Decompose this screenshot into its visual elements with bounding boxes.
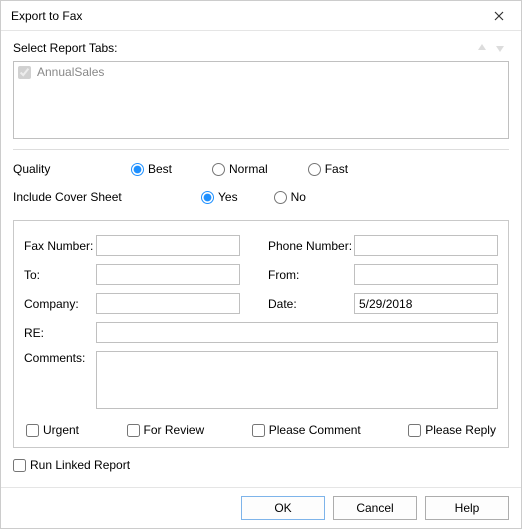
re-label: RE:: [24, 326, 96, 340]
radio-input[interactable]: [212, 163, 225, 176]
cover-yes-radio[interactable]: Yes: [201, 190, 238, 204]
re-input[interactable]: [96, 322, 498, 343]
company-label: Company:: [24, 297, 96, 311]
checkbox-input[interactable]: [26, 424, 39, 437]
checkbox-input[interactable]: [127, 424, 140, 437]
checkbox-input[interactable]: [252, 424, 265, 437]
cover-sheet-label: Include Cover Sheet: [13, 190, 123, 204]
quality-best-radio[interactable]: Best: [131, 162, 172, 176]
fax-number-input[interactable]: [96, 235, 240, 256]
move-down-button[interactable]: [491, 39, 509, 57]
checkbox-label: Please Reply: [425, 423, 496, 437]
radio-label: Fast: [325, 162, 348, 176]
checkbox-input[interactable]: [408, 424, 421, 437]
list-item-label: AnnualSales: [37, 65, 104, 79]
close-button[interactable]: [476, 1, 521, 30]
from-label: From:: [268, 268, 354, 282]
checkbox-label: Run Linked Report: [30, 458, 130, 472]
cancel-button[interactable]: Cancel: [333, 496, 417, 520]
select-tabs-label: Select Report Tabs:: [13, 41, 473, 55]
from-input[interactable]: [354, 264, 498, 285]
move-up-button[interactable]: [473, 39, 491, 57]
fax-number-label: Fax Number:: [24, 239, 96, 253]
date-input[interactable]: [354, 293, 498, 314]
radio-label: Yes: [218, 190, 238, 204]
please-reply-checkbox[interactable]: Please Reply: [408, 423, 496, 437]
company-input[interactable]: [96, 293, 240, 314]
footer: OK Cancel Help: [1, 487, 521, 528]
close-icon: [494, 11, 504, 21]
date-label: Date:: [268, 297, 354, 311]
for-review-checkbox[interactable]: For Review: [127, 423, 205, 437]
please-comment-checkbox[interactable]: Please Comment: [252, 423, 361, 437]
run-linked-report-checkbox[interactable]: Run Linked Report: [13, 458, 509, 472]
phone-number-label: Phone Number:: [268, 239, 354, 253]
quality-fast-radio[interactable]: Fast: [308, 162, 348, 176]
list-item[interactable]: AnnualSales: [16, 64, 506, 80]
comments-label: Comments:: [24, 351, 96, 409]
content-pane: Select Report Tabs: AnnualSales Quality …: [1, 31, 521, 487]
checkbox-input[interactable]: [13, 459, 26, 472]
phone-number-input[interactable]: [354, 235, 498, 256]
titlebar: Export to Fax: [1, 1, 521, 31]
help-button[interactable]: Help: [425, 496, 509, 520]
comments-input[interactable]: [96, 351, 498, 409]
radio-input[interactable]: [201, 191, 214, 204]
checkbox-label: Please Comment: [269, 423, 361, 437]
quality-normal-radio[interactable]: Normal: [212, 162, 268, 176]
report-tabs-list[interactable]: AnnualSales: [13, 61, 509, 139]
radio-label: Normal: [229, 162, 268, 176]
arrow-up-icon: [476, 42, 488, 54]
to-label: To:: [24, 268, 96, 282]
checkbox-label: Urgent: [43, 423, 79, 437]
quality-label: Quality: [13, 162, 123, 176]
radio-label: No: [291, 190, 306, 204]
list-item-checkbox[interactable]: [18, 66, 31, 79]
to-input[interactable]: [96, 264, 240, 285]
radio-input[interactable]: [131, 163, 144, 176]
cover-sheet-frame: Fax Number: Phone Number: To: From: Comp…: [13, 220, 509, 448]
arrow-down-icon: [494, 42, 506, 54]
urgent-checkbox[interactable]: Urgent: [26, 423, 79, 437]
window-title: Export to Fax: [11, 9, 476, 23]
cover-no-radio[interactable]: No: [274, 190, 306, 204]
ok-button[interactable]: OK: [241, 496, 325, 520]
radio-input[interactable]: [308, 163, 321, 176]
divider: [13, 149, 509, 150]
checkbox-label: For Review: [144, 423, 205, 437]
radio-input[interactable]: [274, 191, 287, 204]
radio-label: Best: [148, 162, 172, 176]
